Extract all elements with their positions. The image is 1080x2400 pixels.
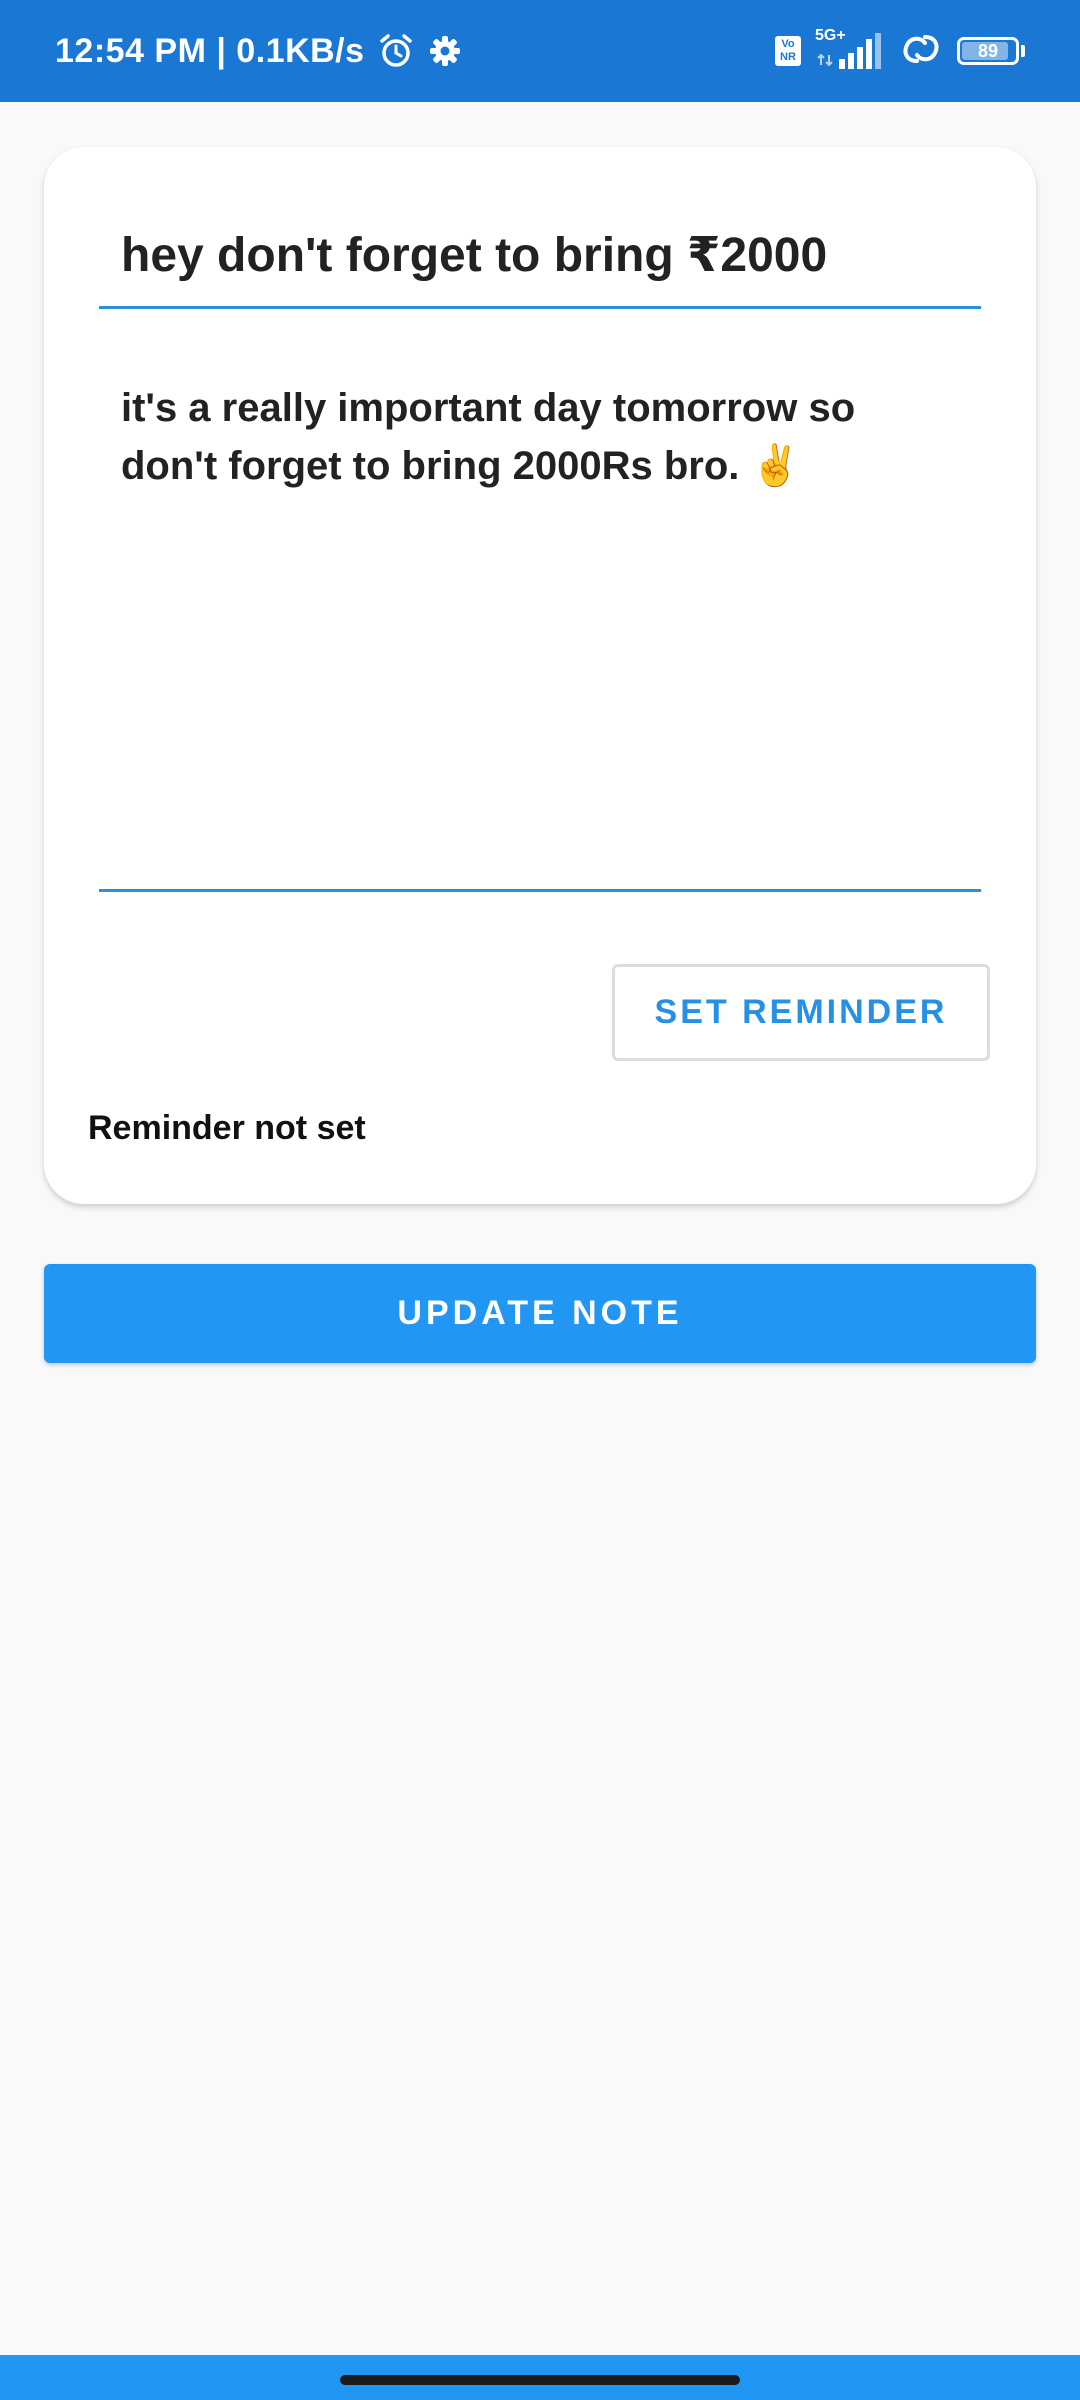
note-body-field[interactable]: it's a really important day tomorrow so … <box>99 379 981 892</box>
navigation-bar <box>0 2355 1080 2400</box>
status-bar: 12:54 PM | 0.1KB/s Vo NR 5G+ 89 <box>0 0 1080 102</box>
gear-icon <box>427 33 463 69</box>
time-and-speed: 12:54 PM | 0.1KB/s <box>55 31 365 70</box>
battery-cap <box>1021 45 1025 57</box>
volte-label: Vo NR <box>780 38 796 63</box>
hotspot-icon <box>899 31 943 72</box>
note-card: hey don't forget to bring ₹2000 it's a r… <box>44 147 1036 1204</box>
battery-body: 89 <box>957 37 1019 65</box>
battery-icon: 89 <box>957 37 1025 65</box>
reminder-status-text: Reminder not set <box>88 1109 366 1147</box>
home-indicator[interactable] <box>340 2375 740 2385</box>
note-title-field[interactable]: hey don't forget to bring ₹2000 <box>99 227 981 309</box>
note-body-text: it's a really important day tomorrow so … <box>121 386 856 488</box>
update-note-button[interactable]: UPDATE NOTE <box>44 1264 1036 1363</box>
note-title-text: hey don't forget to bring ₹2000 <box>121 229 828 282</box>
battery-level: 89 <box>977 40 999 61</box>
volte-icon: Vo NR <box>775 36 801 66</box>
alarm-icon <box>377 32 415 70</box>
set-reminder-button[interactable]: SET REMINDER <box>612 964 990 1061</box>
status-left: 12:54 PM | 0.1KB/s <box>55 32 463 71</box>
status-right: Vo NR 5G+ 89 <box>775 27 1025 72</box>
signal-icon: 5G+ <box>815 27 885 71</box>
